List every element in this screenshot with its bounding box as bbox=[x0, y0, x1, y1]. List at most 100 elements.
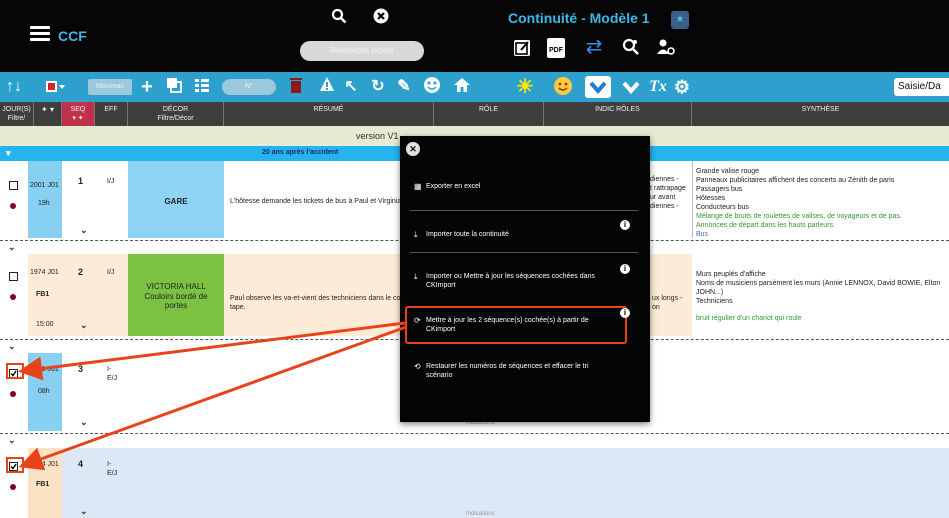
swap-icon[interactable]: ⇄ bbox=[583, 36, 605, 58]
cursor-icon[interactable]: ↖ bbox=[343, 76, 359, 98]
row-checkbox[interactable] bbox=[9, 369, 18, 378]
indications-stub: Indications bbox=[466, 511, 495, 517]
synthese-line: Passagers bus bbox=[696, 186, 743, 193]
import-all-item[interactable]: ⤓ Importer toute la continuité bbox=[414, 230, 614, 239]
seq-number: 4 bbox=[78, 459, 84, 469]
sort-arrows-icon[interactable]: ↑↓ bbox=[6, 76, 22, 98]
row-collapse-icon[interactable]: ⌄ bbox=[8, 242, 16, 253]
mode-select[interactable]: Saisie/Da bbox=[894, 78, 949, 96]
row-expand-icon[interactable]: ⌄ bbox=[80, 320, 88, 331]
add-icon[interactable]: + bbox=[138, 76, 156, 98]
list-view-icon[interactable] bbox=[192, 76, 212, 98]
group-label: 20 ans après l'accident bbox=[262, 149, 339, 156]
row-collapse-icon[interactable]: ⌄ bbox=[8, 341, 16, 352]
export-excel-item[interactable]: ▦ Exporter en excel bbox=[414, 182, 614, 191]
menu-item-label: Exporter en excel bbox=[426, 183, 481, 190]
synthese-line: Techniciens bbox=[696, 298, 733, 305]
app-window: CCF Recherche rapide Continuité - Modèle… bbox=[0, 0, 949, 518]
col-role-label: RÔLE bbox=[478, 106, 499, 113]
decor-label: VICTORIA HALL bbox=[146, 282, 206, 291]
row-expand-icon[interactable]: ⌄ bbox=[80, 506, 88, 517]
row-status-dot bbox=[10, 294, 16, 300]
indic-roles-cell: ux longs - on bbox=[652, 294, 682, 312]
time-label: 08h bbox=[38, 388, 50, 395]
col-resume-label: RÉSUMÉ bbox=[313, 106, 344, 113]
col-jours[interactable]: JOUR(S) Filtre/ bbox=[0, 102, 34, 126]
time-label: 19h bbox=[38, 200, 50, 207]
brush-icon[interactable]: ✎ bbox=[396, 76, 412, 98]
alert-icon[interactable] bbox=[318, 76, 336, 98]
checkbox-select-icon[interactable] bbox=[44, 76, 66, 98]
close-icon[interactable]: ✕ bbox=[406, 142, 420, 156]
menu-icon[interactable] bbox=[30, 26, 50, 42]
eff-label: I/J bbox=[107, 269, 115, 276]
col-eff[interactable]: EFF bbox=[95, 102, 128, 126]
seq-number: 2 bbox=[78, 267, 84, 277]
col-indic-roles[interactable]: INDIC RÔLES bbox=[544, 102, 692, 126]
day-cell: 2001 J01 19h bbox=[28, 161, 62, 238]
theater-icon[interactable] bbox=[422, 76, 442, 98]
divider bbox=[410, 210, 638, 211]
expand-all-icon[interactable] bbox=[585, 76, 611, 98]
col-decor[interactable]: DÉCOR Filtre/Décor bbox=[128, 102, 224, 126]
import-update-checked-item[interactable]: ⤓ Importer ou Mettre à jour les séquences… bbox=[414, 272, 614, 290]
document-title: Continuité - Modèle 1 bbox=[508, 10, 650, 26]
flashback-label: FB1 bbox=[36, 291, 50, 298]
day-cell: 2001 J01 08h bbox=[28, 353, 62, 431]
menu-item-label: Importer toute la continuité bbox=[426, 231, 509, 238]
home-icon[interactable] bbox=[452, 76, 472, 98]
row-checkbox[interactable] bbox=[9, 272, 18, 281]
indic-line: ur avant bbox=[650, 194, 676, 201]
info-icon[interactable]: i bbox=[620, 264, 630, 274]
col-decor-filter[interactable]: Filtre/Décor bbox=[157, 115, 193, 122]
synthese-line bbox=[696, 306, 946, 314]
gear-icon[interactable]: ⚙ bbox=[672, 76, 692, 98]
col-jours-filter[interactable]: Filtre/ bbox=[8, 115, 26, 122]
decor-cell[interactable]: GARE bbox=[128, 161, 224, 238]
undo-icon[interactable]: ↻ bbox=[370, 76, 386, 98]
refresh-icon: ⟳ bbox=[414, 316, 421, 325]
restore-icon: ⟲ bbox=[414, 362, 421, 371]
restore-sequence-numbers-item[interactable]: ⟲ Restaurer les numéros de séquences et e… bbox=[414, 362, 614, 380]
emoji-icon[interactable] bbox=[552, 76, 574, 98]
duplicate-icon[interactable] bbox=[164, 76, 184, 98]
new-sequence-input[interactable]: Nouveau bbox=[88, 79, 132, 95]
synthese-cell: Murs peuplés d'affiche Noms de musiciens … bbox=[696, 270, 946, 323]
group-collapse-icon[interactable]: ▾ bbox=[6, 148, 11, 159]
clear-format-icon[interactable]: Tx bbox=[648, 76, 668, 98]
search-icon[interactable] bbox=[328, 8, 350, 31]
col-resume[interactable]: RÉSUMÉ bbox=[224, 102, 434, 126]
col-decor-label: DÉCOR bbox=[162, 106, 189, 113]
user-settings-icon[interactable] bbox=[655, 37, 677, 64]
edit-icon[interactable] bbox=[514, 40, 530, 56]
col-filter-toggle[interactable]: ✦ ▾ bbox=[34, 102, 62, 126]
info-icon[interactable]: i bbox=[620, 220, 630, 230]
col-role[interactable]: RÔLE bbox=[434, 102, 544, 126]
col-seq[interactable]: SEQ ▾ ✦ bbox=[62, 102, 95, 126]
trash-icon[interactable] bbox=[287, 76, 305, 98]
row-checkbox[interactable] bbox=[9, 462, 18, 471]
decor-cell[interactable]: VICTORIA HALL Couloirs bordé de portes bbox=[128, 254, 224, 336]
sun-icon[interactable]: ☀ bbox=[514, 76, 536, 98]
row-status-dot bbox=[10, 203, 16, 209]
search-input[interactable]: Recherche rapide bbox=[300, 41, 424, 61]
actions-popup: ✕ ▦ Exporter en excel ⤓ Importer toute la … bbox=[400, 136, 650, 422]
table-row[interactable]: 1974 J01 FB1 4 ⌄ I- E/J Indications bbox=[0, 448, 949, 518]
row-expand-icon[interactable]: ⌄ bbox=[80, 225, 88, 236]
time-label: 15:00 bbox=[36, 321, 54, 328]
row-status-dot bbox=[10, 484, 16, 490]
collapse-all-icon[interactable] bbox=[620, 76, 642, 98]
row-collapse-icon[interactable]: ⌄ bbox=[8, 435, 16, 446]
col-synthese[interactable]: SYNTHÈSE bbox=[692, 102, 949, 126]
clear-search-icon[interactable] bbox=[370, 8, 392, 31]
info-icon[interactable]: i bbox=[620, 308, 630, 318]
star-icon[interactable]: ★ bbox=[671, 11, 689, 29]
update-checked-from-ckimport-item[interactable]: ⟳ Mettre à jour les 2 séquence(s) cochée(… bbox=[414, 316, 614, 334]
row-checkbox[interactable] bbox=[9, 181, 18, 190]
sequence-number-input[interactable]: N° bbox=[222, 79, 276, 95]
col-eff-label: EFF bbox=[104, 106, 118, 113]
row-expand-icon[interactable]: ⌄ bbox=[80, 417, 88, 428]
import-icon: ⤓ bbox=[414, 272, 418, 281]
search-settings-icon[interactable] bbox=[620, 37, 642, 64]
pdf-icon[interactable]: PDF bbox=[547, 38, 565, 58]
